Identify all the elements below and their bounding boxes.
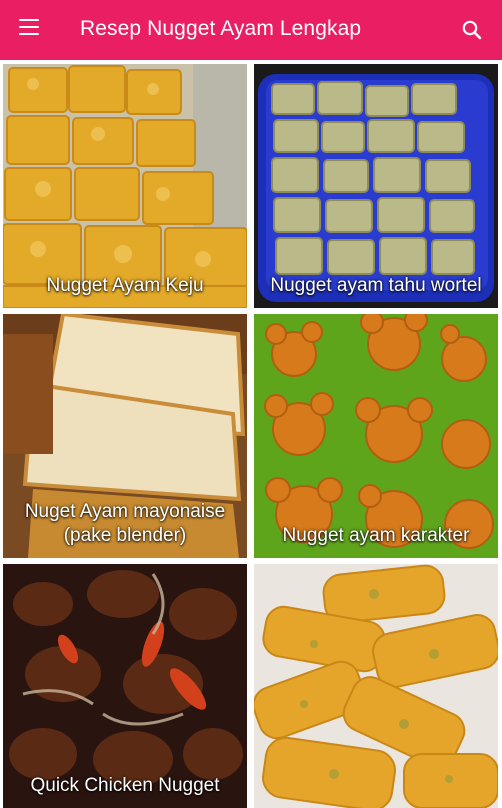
recipe-card[interactable]: Quick Chicken Nugget [3, 564, 247, 808]
app-title: Resep Nugget Ayam Lengkap [80, 17, 362, 40]
recipe-title: Nugget ayam karakter [282, 525, 470, 546]
recipe-card[interactable]: Nuget Ayam mayonaise (pake blender) [3, 314, 247, 558]
menu-icon[interactable] [19, 19, 39, 35]
recipe-card[interactable]: Nugget ayam karakter [254, 314, 498, 558]
recipe-title: Nuget Ayam mayonaise (pake blender) [24, 501, 226, 546]
recipe-title: Quick Chicken Nugget [30, 775, 220, 796]
app-bar: Resep Nugget Ayam Lengkap [0, 0, 502, 60]
recipe-photo [254, 64, 498, 308]
recipe-title: Nugget ayam tahu wortel [270, 275, 482, 296]
search-icon[interactable] [460, 18, 484, 42]
recipe-photo [254, 314, 498, 558]
recipe-photo [3, 64, 247, 308]
recipe-card[interactable]: Nugget ayam tahu wortel [254, 64, 498, 308]
recipe-grid: Nugget Ayam Keju Nugget ayam tahu wortel [0, 60, 502, 808]
recipe-card[interactable]: Nugget Ayam Keju [3, 64, 247, 308]
recipe-title: Nugget Ayam Keju [46, 275, 204, 296]
recipe-photo [254, 564, 498, 808]
recipe-photo [3, 564, 247, 808]
recipe-card[interactable] [254, 564, 498, 808]
